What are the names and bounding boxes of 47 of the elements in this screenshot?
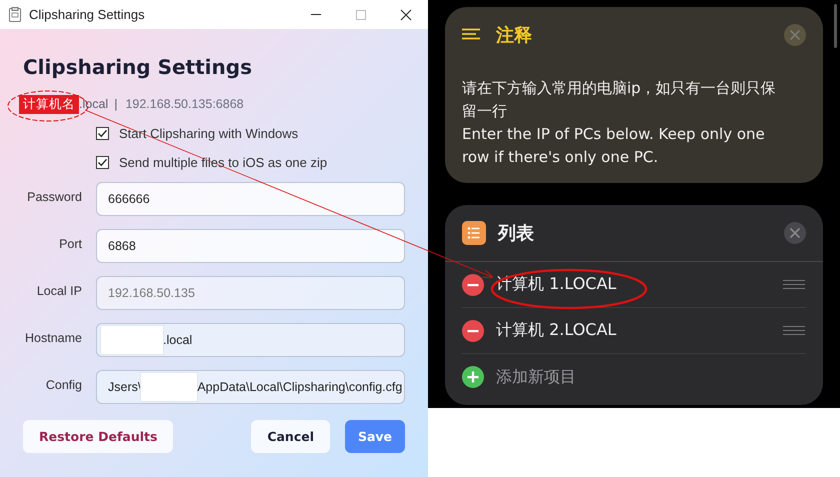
field-label: Local IP	[36, 284, 82, 298]
field-text: 192.168.50.135	[108, 286, 195, 300]
close-icon	[789, 227, 801, 239]
remove-button[interactable]	[462, 320, 484, 342]
text-lines-icon	[462, 28, 480, 42]
comment-text: Enter the IP of PCs below. Keep only one row if there's only one PC.	[462, 124, 766, 168]
input-field[interactable]: Jsers\ AppData\Local\Clipsharing\config.cfg	[96, 370, 405, 404]
add-button[interactable]	[462, 366, 484, 388]
hostname-suffix: .local	[79, 97, 108, 111]
close-icon	[400, 8, 412, 20]
field-label: Port	[58, 237, 82, 251]
clipboard-icon	[9, 7, 21, 22]
card-title: 列表	[498, 222, 534, 245]
input-field[interactable]: 6868	[96, 229, 405, 263]
input-field[interactable]: .local	[96, 323, 405, 357]
field-label: Config	[44, 378, 82, 392]
hostname-highlight: 计算机名	[19, 94, 79, 114]
field-text: 6868	[108, 239, 136, 253]
list-item-text: 计算机 2.LOCAL	[496, 320, 616, 341]
field-label: Hostname	[24, 331, 82, 345]
maximize-icon	[354, 8, 366, 20]
input-field[interactable]: 666666	[96, 182, 405, 216]
restore-defaults-button[interactable]: Restore Defaults	[23, 420, 174, 453]
field-text: Jsers\	[108, 380, 142, 394]
field-text: AppData\Local\Clipsharing\config.cfg	[197, 380, 402, 394]
scrollbar[interactable]	[834, 4, 837, 48]
checkbox[interactable]	[96, 126, 109, 140]
add-item-label[interactable]: 添加新项目	[496, 366, 576, 388]
list-icon	[462, 221, 486, 245]
cancel-button[interactable]: Cancel	[251, 420, 330, 453]
close-button[interactable]	[784, 222, 806, 244]
field-label: Password	[26, 190, 82, 204]
separator: |	[114, 97, 118, 111]
checkbox[interactable]	[96, 156, 109, 168]
drag-handle-icon[interactable]	[783, 326, 805, 335]
card-title: 注释	[496, 24, 532, 47]
comment-text: 请在下方输入常用的电脑ip，如只有一台则只保留一行	[462, 78, 776, 122]
checkbox-label: Start Clipsharing with Windows	[119, 126, 298, 140]
window-title: Clipsharing Settings	[29, 7, 145, 22]
close-icon	[789, 29, 801, 41]
drag-handle-icon[interactable]	[783, 280, 805, 289]
settings-heading: Clipsharing Settings	[23, 54, 253, 81]
minimize-icon	[310, 14, 320, 15]
remove-button[interactable]	[462, 274, 484, 296]
field-text: 666666	[108, 192, 150, 206]
address-text: 192.168.50.135:6868	[125, 97, 244, 111]
field-text: .local	[163, 333, 192, 347]
